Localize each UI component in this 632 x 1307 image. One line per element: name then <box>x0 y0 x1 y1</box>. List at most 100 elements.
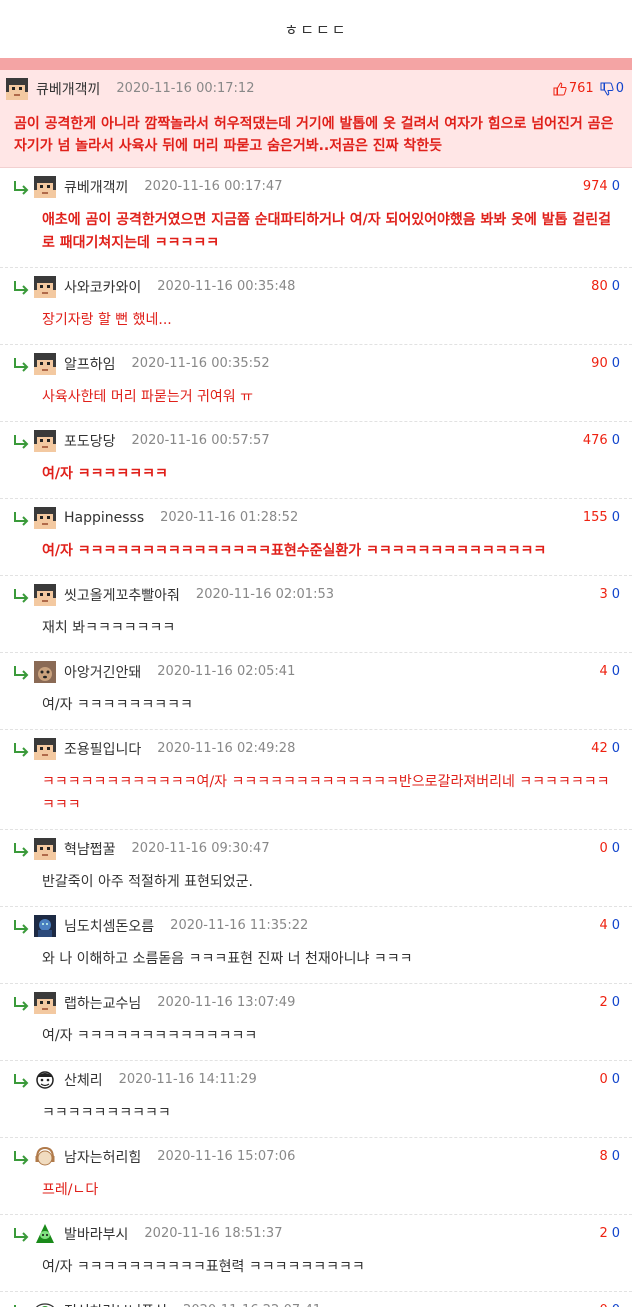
reply-nick[interactable]: 조용필입니다 <box>64 739 141 759</box>
reply-comment: 알프하임 2020-11-16 00:35:52 90 0 사육사한테 머리 파묻는거 … <box>0 345 632 422</box>
reply-up-count[interactable]: 4 <box>599 664 607 679</box>
sketch-face-icon[interactable] <box>34 1068 56 1091</box>
reply-up-count[interactable]: 476 <box>583 433 608 448</box>
reply-up-count[interactable]: 2 <box>599 995 607 1010</box>
reply-up-count[interactable]: 2 <box>599 1226 607 1241</box>
reply-nick[interactable]: 큐베개객끼 <box>64 177 128 197</box>
reply-meta: 큐베개객끼 2020-11-16 00:17:47 974 0 <box>0 168 632 205</box>
reply-votes: 40 <box>599 918 620 933</box>
reply-nick[interactable]: 랩하는교수님 <box>64 993 141 1013</box>
reply-text: 애초에 곰이 공격한거였으면 지금쯤 순대파티하거나 여/자 되어있어야했음 봐… <box>42 212 612 251</box>
blue-character-icon[interactable] <box>34 914 56 937</box>
reply-text: 여/자 ㅋㅋㅋㅋㅋㅋㅋ <box>42 466 168 482</box>
reply-votes: 00 <box>599 1303 620 1307</box>
eye-icon[interactable] <box>34 1299 56 1307</box>
reply-arrow-icon <box>14 1304 16 1307</box>
pixel-face-icon[interactable] <box>34 429 56 452</box>
reply-down-count[interactable]: 0 <box>612 1072 620 1087</box>
reply-meta: 포도당당 2020-11-16 00:57:57 476 0 <box>0 422 632 459</box>
reply-meta: 랩하는교수님 2020-11-16 13:07:49 2 0 <box>0 984 632 1021</box>
pixel-face-icon[interactable] <box>34 275 56 298</box>
reply-nick[interactable]: 정신차려보니폭식 <box>64 1301 167 1307</box>
reply-down-count[interactable]: 0 <box>612 918 620 933</box>
reply-down-count[interactable]: 0 <box>612 179 620 194</box>
reply-nick[interactable]: Happinesss <box>64 510 144 526</box>
reply-votes: 30 <box>599 587 620 602</box>
reply-up-count[interactable]: 974 <box>583 179 608 194</box>
pixel-face-icon[interactable] <box>34 991 56 1014</box>
reply-nick[interactable]: 아앙거긴안돼 <box>64 662 141 682</box>
reply-nick[interactable]: 사와코카와이 <box>64 277 141 297</box>
reply-up-count[interactable]: 4 <box>599 918 607 933</box>
dog-photo-icon[interactable] <box>34 660 56 683</box>
reply-down-count[interactable]: 0 <box>612 664 620 679</box>
reply-votes: 20 <box>599 1226 620 1241</box>
green-ghost-icon[interactable] <box>34 1222 56 1245</box>
reply-meta: 산체리 2020-11-16 14:11:29 0 0 <box>0 1061 632 1098</box>
reply-list: 큐베개객끼 2020-11-16 00:17:47 974 0 애초에 곰이 공격한거였… <box>0 168 632 1307</box>
reply-up-count[interactable]: 42 <box>591 741 608 756</box>
reply-up-count[interactable]: 80 <box>591 279 608 294</box>
reply-down-count[interactable]: 0 <box>612 510 620 525</box>
reply-time: 2020-11-16 15:07:06 <box>157 1149 296 1164</box>
reply-votes: 155 0 <box>583 510 620 525</box>
reply-up-count[interactable]: 0 <box>599 1303 607 1307</box>
reply-arrow-icon <box>14 588 29 603</box>
reply-down-count[interactable]: 0 <box>612 433 620 448</box>
thumbs-up-icon[interactable] <box>553 81 567 96</box>
reply-up-count[interactable]: 3 <box>599 587 607 602</box>
reply-up-count[interactable]: 0 <box>599 1072 607 1087</box>
reply-text: 와 나 이해하고 소름돋음 ㅋㅋㅋ표현 진짜 너 천재아니냐 ㅋㅋㅋ <box>42 951 413 967</box>
reply-down-count[interactable]: 0 <box>612 995 620 1010</box>
reply-up-count[interactable]: 155 <box>583 510 608 525</box>
reply-up-count[interactable]: 90 <box>591 356 608 371</box>
reply-down-count[interactable]: 0 <box>612 279 620 294</box>
pixel-face-icon[interactable] <box>34 837 56 860</box>
best-comment-nick[interactable]: 큐베개객끼 <box>36 79 100 99</box>
pixel-face-icon[interactable] <box>6 77 28 100</box>
reply-time: 2020-11-16 00:57:57 <box>131 433 270 448</box>
reply-meta: 조용필입니다 2020-11-16 02:49:28 42 0 <box>0 730 632 767</box>
reply-time: 2020-11-16 09:30:47 <box>131 841 270 856</box>
reply-nick[interactable]: 님도치셈돈오름 <box>64 916 154 936</box>
reply-comment: 발바라부시 2020-11-16 18:51:37 2 0 여/자 ㅋㅋㅋㅋㅋㅋㅋㅋㅋㅋ… <box>0 1215 632 1292</box>
reply-meta: 님도치셈돈오름 2020-11-16 11:35:22 4 0 <box>0 907 632 944</box>
reply-nick[interactable]: 남자는허리힘 <box>64 1147 141 1167</box>
headphone-face-icon[interactable] <box>34 1145 56 1168</box>
reply-down-count[interactable]: 0 <box>612 1226 620 1241</box>
reply-down-count[interactable]: 0 <box>612 587 620 602</box>
reply-comment: Happinesss 2020-11-16 01:28:52 155 0 여/자 ㅋㅋㅋ… <box>0 499 632 576</box>
reply-nick[interactable]: 알프하임 <box>64 354 116 374</box>
reply-arrow-icon <box>14 1227 29 1242</box>
reply-comment: 사와코카와이 2020-11-16 00:35:48 80 0 장기자랑 할 뻔 했네.… <box>0 268 632 345</box>
reply-nick[interactable]: 산체리 <box>64 1070 103 1090</box>
pixel-face-icon[interactable] <box>34 175 56 198</box>
reply-votes: 974 0 <box>583 179 620 194</box>
reply-votes: 80 0 <box>591 279 620 294</box>
reply-down-count[interactable]: 0 <box>612 741 620 756</box>
reply-comment: 남자는허리힘 2020-11-16 15:07:06 8 0 프레/ㄴ다 <box>0 1138 632 1215</box>
pixel-face-icon[interactable] <box>34 737 56 760</box>
reply-nick[interactable]: 포도당당 <box>64 431 116 451</box>
reply-text: 프레/ㄴ다 <box>42 1182 99 1198</box>
pixel-face-icon[interactable] <box>34 506 56 529</box>
reply-nick[interactable]: 발바라부시 <box>64 1224 128 1244</box>
best-comment-votes: 761 0 <box>547 81 624 96</box>
reply-down-count[interactable]: 0 <box>612 356 620 371</box>
reply-up-count[interactable]: 8 <box>599 1149 607 1164</box>
pixel-face-icon[interactable] <box>34 583 56 606</box>
reply-votes: 90 0 <box>591 356 620 371</box>
reply-meta: 사와코카와이 2020-11-16 00:35:48 80 0 <box>0 268 632 305</box>
reply-down-count[interactable]: 0 <box>612 1149 620 1164</box>
pixel-face-icon[interactable] <box>34 352 56 375</box>
reply-down-count[interactable]: 0 <box>612 1303 620 1307</box>
reply-nick[interactable]: 씻고올게꼬추빨아줘 <box>64 585 180 605</box>
reply-nick[interactable]: 혁냠쩝꿀 <box>64 839 116 859</box>
reply-text: 여/자 ㅋㅋㅋㅋㅋㅋㅋㅋㅋㅋㅋㅋㅋㅋㅋ표현수준실환가 ㅋㅋㅋㅋㅋㅋㅋㅋㅋㅋㅋㅋㅋ… <box>42 543 547 559</box>
reply-up-count[interactable]: 0 <box>599 841 607 856</box>
thumbs-down-icon[interactable] <box>600 82 614 96</box>
reply-text: 여/자 ㅋㅋㅋㅋㅋㅋㅋㅋㅋㅋㅋㅋㅋㅋ <box>42 1028 258 1044</box>
reply-arrow-icon <box>14 280 29 295</box>
reply-down-count[interactable]: 0 <box>612 841 620 856</box>
best-comment-time: 2020-11-16 00:17:12 <box>116 81 255 96</box>
